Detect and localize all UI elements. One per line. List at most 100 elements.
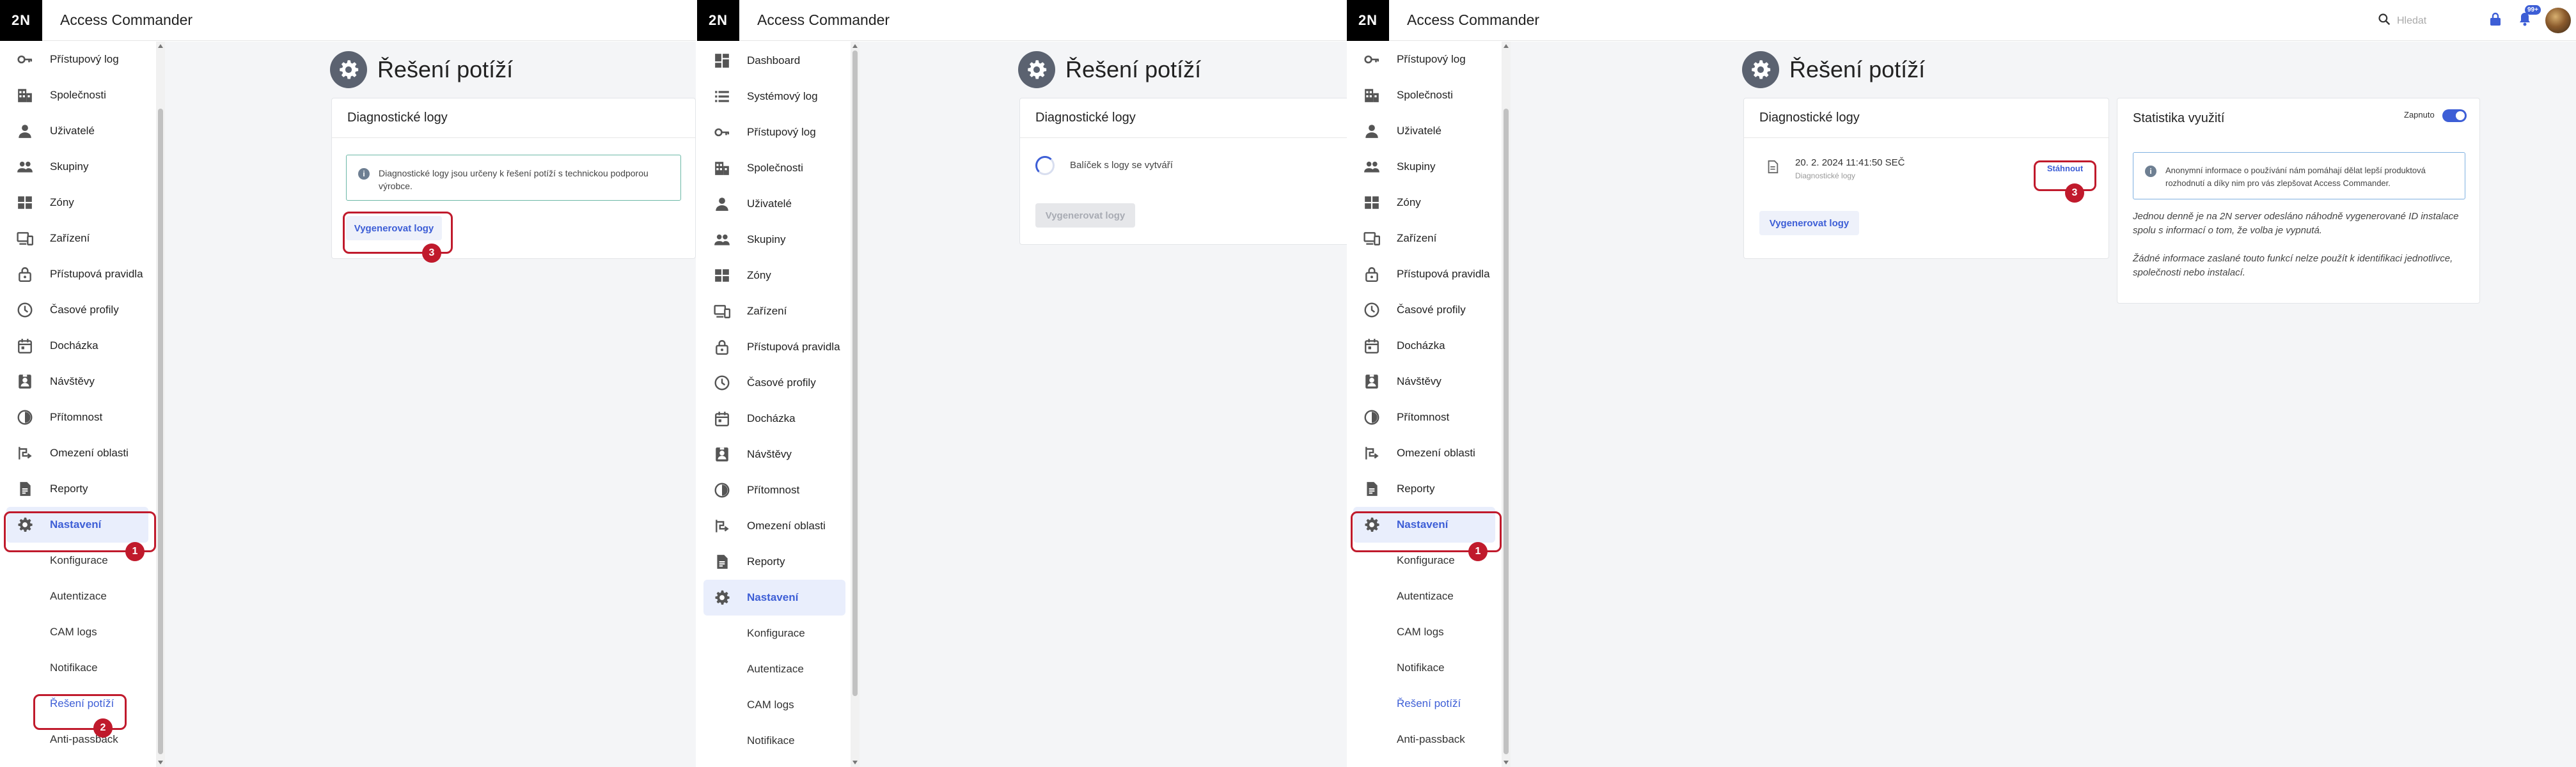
scroll-thumb[interactable] (158, 109, 163, 754)
notification-count-badge: 99+ (2525, 5, 2541, 15)
sidebar-item-access-log[interactable]: Přístupový log (697, 114, 849, 150)
sidebar-item-reports[interactable]: Reporty (0, 471, 152, 507)
file-icon (1766, 160, 1780, 177)
sidebar-item-zones[interactable]: Zóny (697, 258, 849, 293)
sidebar-item-settings[interactable]: Nastavení (703, 580, 845, 616)
avatar[interactable] (2545, 8, 2571, 33)
app-logo[interactable]: 2N (1347, 0, 1389, 41)
sidebar-item-time-profiles[interactable]: Časové profily (1347, 292, 1499, 328)
sidebar-item-companies[interactable]: Společnosti (1347, 77, 1499, 113)
progress-text: Balíček s logy se vytváří (1070, 160, 1173, 171)
sidebar-item-access-log[interactable]: Přístupový log (0, 42, 152, 77)
sidebar-subitem-authentication[interactable]: Autentizace (0, 578, 152, 614)
sidebar-item-access-log[interactable]: Přístupový log (1347, 42, 1499, 77)
scroll-down-icon[interactable] (1504, 761, 1509, 764)
sidebar-subitem-cam-logs[interactable]: CAM logs (0, 614, 152, 650)
scroll-thumb[interactable] (852, 50, 858, 696)
sidebar-item-devices[interactable]: Zařízení (0, 221, 152, 256)
sidebar-item-presence[interactable]: Přítomnost (697, 472, 849, 508)
sidebar-item-dashboard[interactable]: Dashboard (697, 43, 849, 79)
step-badge: 3 (422, 244, 441, 263)
annotation-highlight-download (2034, 160, 2096, 191)
app-title: Access Commander (757, 12, 890, 28)
annotation-highlight-troubleshooting (33, 694, 127, 730)
sidebar-item-users[interactable]: Uživatelé (0, 113, 152, 149)
sidebar-subitem-authentication[interactable]: Autentizace (697, 651, 849, 687)
sidebar-item-area-restriction[interactable]: Omezení oblasti (697, 508, 849, 544)
sidebar-subitem-configuration[interactable]: Konfigurace (697, 616, 849, 651)
generate-logs-button[interactable]: Vygenerovat logy (1759, 211, 1859, 235)
sidebar-item-devices[interactable]: Zařízení (697, 293, 849, 329)
sidebar-subitem-anti-passback[interactable]: Anti-passback (1347, 722, 1499, 757)
sidebar-item-users[interactable]: Uživatelé (697, 186, 849, 222)
page-title: Řešení potíží (1789, 56, 1926, 82)
step-badge: 1 (1468, 542, 1488, 561)
scroll-down-icon[interactable] (158, 761, 163, 764)
sidebar-subitem-cam-logs[interactable]: CAM logs (1347, 614, 1499, 650)
sidebar-subitem-cam-logs[interactable]: CAM logs (697, 687, 849, 723)
search-input[interactable]: Hledat (2397, 15, 2426, 27)
sidebar-item-zones[interactable]: Zóny (1347, 185, 1499, 221)
sidebar-item-reports[interactable]: Reporty (697, 544, 849, 580)
search-box[interactable]: Hledat (2378, 13, 2426, 29)
log-type: Diagnostické logy (1795, 171, 1856, 180)
toggle-label: Zapnuto (2404, 110, 2435, 120)
building-icon (1362, 86, 1381, 105)
sidebar-item-access-rules[interactable]: Přístupová pravidla (697, 329, 849, 365)
lock-icon[interactable] (2488, 12, 2503, 30)
gear-icon (1742, 51, 1779, 88)
sidebar-subitem-troubleshooting[interactable]: Řešení potíží (1347, 686, 1499, 722)
sidebar-item-groups[interactable]: Skupiny (0, 149, 152, 185)
sidebar-scrollbar[interactable] (1502, 42, 1511, 767)
sidebar-scrollbar[interactable] (156, 42, 165, 767)
sidebar-item-time-profiles[interactable]: Časové profily (697, 365, 849, 401)
sidebar-subitem-notifications[interactable]: Notifikace (1347, 650, 1499, 686)
sidebar-item-groups[interactable]: Skupiny (697, 222, 849, 258)
lock-icon (712, 337, 732, 357)
usage-statistics-toggle[interactable] (2442, 109, 2467, 122)
sidebar-item-reports[interactable]: Reporty (1347, 471, 1499, 507)
top-bar: 2N Access Commander (0, 0, 696, 41)
sidebar-item-visits[interactable]: Návštěvy (697, 437, 849, 472)
sidebar-item-attendance[interactable]: Docházka (0, 328, 152, 364)
sidebar-item-access-rules[interactable]: Přístupová pravidla (1347, 256, 1499, 292)
scroll-up-icon[interactable] (1504, 44, 1509, 48)
sidebar-item-attendance[interactable]: Docházka (697, 401, 849, 437)
sidebar-item-companies[interactable]: Společnosti (697, 150, 849, 186)
scroll-up-icon[interactable] (852, 44, 858, 48)
sidebar-item-attendance[interactable]: Docházka (1347, 328, 1499, 364)
sidebar-item-zones[interactable]: Zóny (0, 185, 152, 221)
sidebar-item-presence[interactable]: Přítomnost (1347, 399, 1499, 435)
sidebar-subitem-authentication[interactable]: Autentizace (1347, 578, 1499, 614)
sidebar-subitem-notifications[interactable]: Notifikace (0, 650, 152, 686)
sidebar-item-time-profiles[interactable]: Časové profily (0, 292, 152, 328)
gear-icon (330, 51, 367, 88)
sidebar-subitem-notifications[interactable]: Notifikace (697, 723, 849, 759)
sidebar-item-presence[interactable]: Přítomnost (0, 399, 152, 435)
app-logo[interactable]: 2N (697, 0, 739, 41)
sidebar-item-devices[interactable]: Zařízení (1347, 221, 1499, 256)
app-logo[interactable]: 2N (0, 0, 42, 41)
scroll-up-icon[interactable] (158, 44, 163, 48)
generate-logs-button[interactable]: Vygenerovat logy (1035, 203, 1135, 228)
scroll-thumb[interactable] (1504, 109, 1509, 754)
sidebar-item-groups[interactable]: Skupiny (1347, 149, 1499, 185)
main-content: Řešení potíží Diagnostické logy Balíček … (860, 42, 1347, 767)
sidebar-item-system-log[interactable]: Systémový log (697, 79, 849, 114)
calendar-icon (712, 409, 732, 428)
sidebar-item-area-restriction[interactable]: Omezení oblasti (0, 435, 152, 471)
sidebar-scrollbar[interactable] (851, 42, 860, 767)
group-icon (712, 230, 732, 249)
sidebar-item-access-rules[interactable]: Přístupová pravidla (0, 256, 152, 292)
sidebar-item-visits[interactable]: Návštěvy (0, 364, 152, 399)
step-badge: 1 (125, 542, 145, 561)
sidebar-item-visits[interactable]: Návštěvy (1347, 364, 1499, 399)
scroll-down-icon[interactable] (852, 761, 858, 764)
sidebar-item-companies[interactable]: Společnosti (0, 77, 152, 113)
bell-icon[interactable]: 99+ (2517, 5, 2541, 27)
lock-icon (1362, 265, 1381, 284)
top-bar: 2N Access Commander Hledat 99+ (1347, 0, 2576, 41)
clock-icon (1362, 300, 1381, 320)
sidebar-item-area-restriction[interactable]: Omezení oblasti (1347, 435, 1499, 471)
sidebar-item-users[interactable]: Uživatelé (1347, 113, 1499, 149)
